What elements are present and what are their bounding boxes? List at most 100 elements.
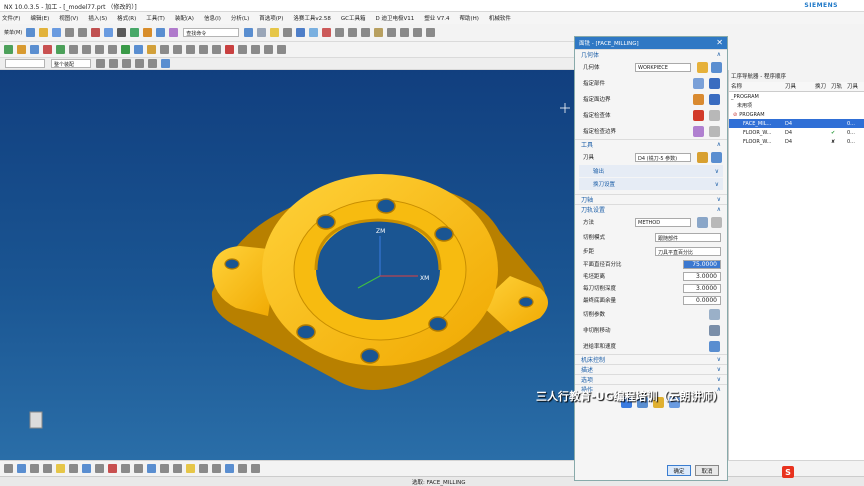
snap-point-icon-1[interactable] — [96, 59, 105, 68]
view-icon-4[interactable] — [43, 464, 52, 473]
orient-icon[interactable] — [283, 28, 293, 37]
view-icon-1[interactable] — [4, 464, 13, 473]
wcs-icon[interactable] — [309, 28, 319, 37]
snap-icon-7[interactable] — [413, 28, 423, 37]
paste-op-icon[interactable] — [212, 45, 221, 54]
menu-plugin-5[interactable]: 机械软件 — [489, 14, 511, 22]
blank-distance-input[interactable]: 3.0000 — [683, 271, 721, 281]
menu-info[interactable]: 信息(I) — [204, 14, 221, 22]
view-icon-2[interactable] — [17, 464, 26, 473]
view-icon-10[interactable] — [121, 464, 130, 473]
col-path[interactable]: 刀轨 — [831, 82, 847, 91]
section-path-settings[interactable]: 刀轨设置 ∧ — [575, 204, 727, 214]
view-icon-11[interactable] — [134, 464, 143, 473]
snap-point-icon-2[interactable] — [109, 59, 118, 68]
machine-view-icon[interactable] — [82, 45, 91, 54]
cut-pattern-select[interactable]: 跟随部件 — [655, 232, 721, 242]
nav-row-floor-wall-2[interactable]: FLOOR_W... D4 ✘ 0... — [729, 137, 864, 146]
cut-params-row[interactable]: 切削参数 — [575, 306, 727, 322]
section-machine-control[interactable]: 机床控制 ∨ — [575, 354, 727, 364]
col-tool[interactable]: 刀具 — [785, 82, 815, 91]
tool-icon-c[interactable] — [264, 45, 273, 54]
redo-icon[interactable] — [78, 28, 88, 37]
create-tool-icon[interactable] — [17, 45, 26, 54]
stepover-select[interactable]: 刀具平直百分比 — [655, 246, 721, 256]
col-change[interactable]: 换刀 — [815, 82, 831, 91]
section-description[interactable]: 描述 ∨ — [575, 364, 727, 374]
display-part-icon[interactable] — [709, 77, 720, 89]
filter-icon[interactable] — [169, 28, 179, 37]
menu-file[interactable]: 文件(F) — [2, 14, 20, 22]
edit-tool-icon[interactable] — [711, 151, 722, 163]
menu-plugin-1[interactable]: 洛赛工具v2.58 — [293, 14, 331, 22]
ok-button[interactable]: 确定 — [667, 465, 691, 476]
display-boundary-icon[interactable] — [709, 93, 720, 105]
shop-doc-icon[interactable] — [160, 45, 169, 54]
geometry-view-icon[interactable] — [95, 45, 104, 54]
generate-icon[interactable] — [121, 45, 130, 54]
menu-format[interactable]: 格式(R) — [117, 14, 136, 22]
menu-tools[interactable]: 工具(T) — [146, 14, 165, 22]
new-tool-icon[interactable] — [697, 151, 708, 163]
menu-plugin-4[interactable]: 塑业 V7.4 — [424, 14, 449, 22]
nav-row-floor-wall-1[interactable]: FLOOR_W... D4 ✔ 0... — [729, 128, 864, 137]
select-icon[interactable] — [156, 28, 166, 37]
final-floor-input[interactable]: 0.0000 — [683, 295, 721, 305]
display-check-body-icon[interactable] — [709, 109, 720, 121]
snap-point-icon-5[interactable] — [148, 59, 157, 68]
fit-view-icon[interactable] — [244, 28, 254, 37]
snap-icon-5[interactable] — [387, 28, 397, 37]
cut-op-icon[interactable] — [186, 45, 195, 54]
delete-icon[interactable] — [117, 28, 127, 37]
open-icon[interactable] — [39, 28, 49, 37]
snap-point-icon-3[interactable] — [122, 59, 131, 68]
view-icon-3[interactable] — [30, 464, 39, 473]
program-view-icon[interactable] — [69, 45, 78, 54]
menu-button[interactable]: 菜单(M) — [4, 29, 22, 36]
nav-row-root[interactable]: _PROGRAM — [729, 92, 864, 101]
col-extra[interactable]: 刀具 — [847, 82, 863, 91]
create-geometry-icon[interactable] — [30, 45, 39, 54]
menu-help[interactable]: 帮助(H) — [459, 14, 478, 22]
undo-icon[interactable] — [65, 28, 75, 37]
selection-type-select[interactable] — [5, 59, 45, 68]
command-search-input[interactable]: 查找命令 — [183, 28, 240, 37]
create-program-icon[interactable] — [4, 45, 13, 54]
tool-icon-d[interactable] — [277, 45, 286, 54]
snap-point-icon-6[interactable] — [161, 59, 170, 68]
non-cut-moves-icon[interactable] — [709, 324, 720, 336]
measure-icon[interactable] — [322, 28, 332, 37]
section-geometry[interactable]: 几何体 ∧ — [575, 49, 727, 59]
feeds-speeds-icon[interactable] — [709, 340, 720, 352]
render-style-icon[interactable] — [270, 28, 280, 37]
display-check-boundary-icon[interactable] — [709, 125, 720, 137]
view-icon-19[interactable] — [238, 464, 247, 473]
view-icon-20[interactable] — [251, 464, 260, 473]
view-icon-13[interactable] — [160, 464, 169, 473]
selection-scope-select[interactable]: 整个装配 — [51, 59, 91, 68]
new-icon[interactable] — [26, 28, 36, 37]
snap-point-icon-4[interactable] — [135, 59, 144, 68]
snap-icon-4[interactable] — [374, 28, 384, 37]
menu-analysis[interactable]: 分析(L) — [231, 14, 249, 22]
tool-select[interactable]: D4 (铣刀-5 参数) — [635, 152, 691, 162]
snap-icon-6[interactable] — [400, 28, 410, 37]
graphics-window[interactable]: XM ZM — [0, 70, 574, 460]
view-icon-9[interactable] — [108, 464, 117, 473]
section-tool[interactable]: 工具 ∧ — [575, 139, 727, 149]
menu-plugin-3[interactable]: D 迪卫电极V11 — [375, 14, 414, 22]
copy-icon[interactable] — [104, 28, 114, 37]
cut-params-icon[interactable] — [709, 308, 720, 320]
verify-icon[interactable] — [134, 45, 143, 54]
menu-assembly[interactable]: 装配(A) — [175, 14, 194, 22]
tool-icon-b[interactable] — [251, 45, 260, 54]
snap-icon-3[interactable] — [361, 28, 371, 37]
zoom-icon[interactable] — [257, 28, 267, 37]
close-icon[interactable]: ✕ — [716, 38, 723, 47]
create-operation-icon[interactable] — [56, 45, 65, 54]
edit-method-icon[interactable] — [711, 216, 722, 228]
create-method-icon[interactable] — [43, 45, 52, 54]
tool-icon-a[interactable] — [238, 45, 247, 54]
nav-row-program[interactable]: ⊘ PROGRAM — [729, 110, 864, 119]
view-icon-14[interactable] — [173, 464, 182, 473]
